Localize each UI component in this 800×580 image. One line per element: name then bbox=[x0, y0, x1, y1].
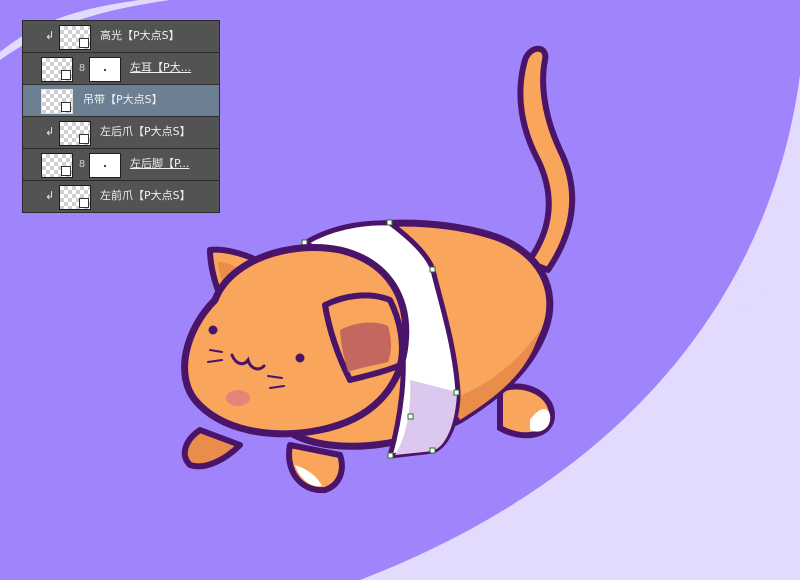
layer-name: 左前爪【P大点S】 bbox=[100, 189, 191, 202]
link-chain-icon: 8 bbox=[78, 159, 86, 170]
clip-arrow-icon: ↲ bbox=[45, 189, 55, 202]
layer-name: 吊带【P大点S】 bbox=[83, 93, 163, 106]
layer-row-strap[interactable]: 吊带【P大点S】 bbox=[23, 85, 219, 117]
layer-row-left-front-claw[interactable]: ↲ 左前爪【P大点S】 bbox=[23, 181, 219, 212]
layer-name: 左后脚【P... bbox=[130, 157, 190, 170]
layer-mask-icon bbox=[89, 57, 121, 82]
layer-thumbnail-icon bbox=[41, 153, 73, 178]
layer-thumbnail-icon bbox=[59, 121, 91, 146]
layer-thumbnail-icon bbox=[59, 185, 91, 210]
layer-name: 左后爪【P大点S】 bbox=[100, 125, 191, 138]
clip-arrow-icon: ↲ bbox=[45, 29, 55, 42]
layer-thumbnail-icon bbox=[41, 89, 73, 114]
layer-name: 左耳【P大... bbox=[130, 61, 192, 74]
layer-row-left-back-foot[interactable]: 8 左后脚【P... bbox=[23, 149, 219, 181]
layer-row-left-ear[interactable]: 8 左耳【P大... bbox=[23, 53, 219, 85]
layers-panel: ↲ 高光【P大点S】 8 左耳【P大... 吊带【P大点S】 ↲ 左后爪【P大点… bbox=[22, 20, 220, 213]
layer-thumbnail-icon bbox=[41, 57, 73, 82]
layer-row-left-back-claw[interactable]: ↲ 左后爪【P大点S】 bbox=[23, 117, 219, 149]
link-chain-icon: 8 bbox=[78, 63, 86, 74]
cat-head bbox=[181, 243, 410, 438]
layer-name: 高光【P大点S】 bbox=[100, 29, 180, 42]
layer-thumbnail-icon bbox=[59, 25, 91, 50]
layer-row-highlight[interactable]: ↲ 高光【P大点S】 bbox=[23, 21, 219, 53]
layer-mask-icon bbox=[89, 153, 121, 178]
cat-back-paw bbox=[497, 383, 556, 439]
clip-arrow-icon: ↲ bbox=[45, 125, 55, 138]
